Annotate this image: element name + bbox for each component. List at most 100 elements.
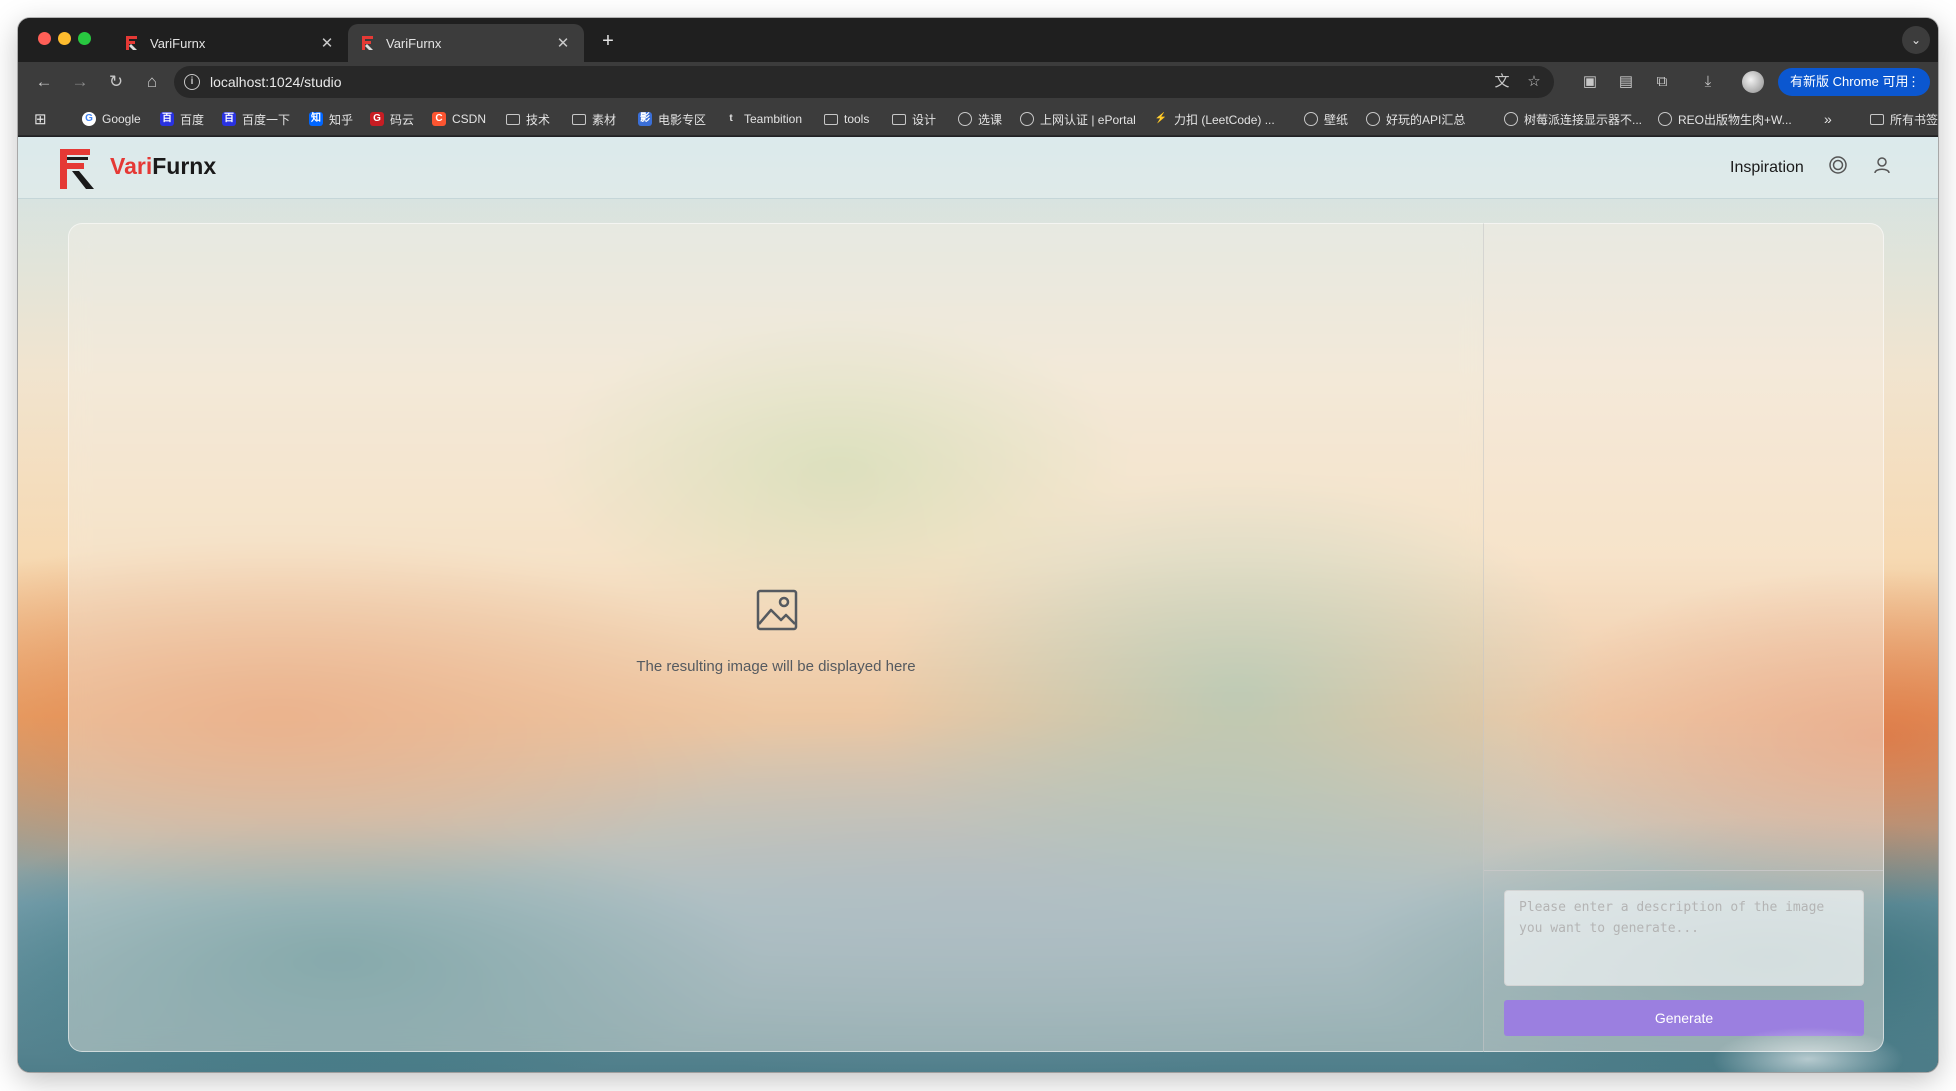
bookmark-baidu-search[interactable]: 百 百度一下 [222,110,290,128]
browser-tab[interactable]: VariFurnx ✕ [112,24,348,62]
user-profile-icon[interactable] [1872,155,1892,175]
bookmark-label: 选课 [978,112,1003,127]
google-icon: G [82,112,96,126]
panel-divider [1484,870,1883,871]
bookmark-label: 所有书签 [1890,112,1938,127]
download-icon[interactable]: ⤓ [1698,72,1718,92]
bookmark-folder-assets[interactable]: 素材 [572,110,616,128]
globe-icon [1504,112,1518,126]
image-placeholder-icon [756,589,798,631]
zhihu-icon: 知 [309,112,323,126]
teambition-icon: t [729,113,733,124]
result-placeholder: The resulting image will be displayed he… [69,224,1483,1051]
bookmarks-overflow-icon[interactable]: » [1824,110,1832,128]
home-icon[interactable]: ⌂ [140,70,164,94]
tab-search-button[interactable]: ⌄ [1902,26,1930,54]
prompt-panel: Generate [1484,223,1884,1052]
globe-icon [958,112,972,126]
bookmark-label: Google [102,112,141,126]
minimize-window-button[interactable] [58,32,71,45]
close-window-button[interactable] [38,32,51,45]
app-header: VariFurnx Inspiration [18,137,1938,199]
back-arrow-icon[interactable]: ← [32,70,56,94]
bookmark-folder-tech[interactable]: 技术 [506,110,550,128]
new-tab-button[interactable]: + [596,30,620,54]
movie-site-icon: 影 [638,112,652,126]
bookmark-label: 上网认证 | ePortal [1040,112,1136,127]
bookmark-baidu[interactable]: 百 百度 [160,110,204,128]
bookmark-gitee[interactable]: G 码云 [370,110,414,128]
bookmark-label: CSDN [452,112,487,126]
bookmark-star-icon[interactable]: ☆ [1524,72,1544,92]
gitee-icon: G [370,112,384,126]
extension-icon[interactable]: ▣ [1580,72,1600,92]
globe-icon [1304,112,1318,126]
brand-name-vari: Vari [110,153,153,179]
reload-icon[interactable]: ↻ [104,70,128,94]
csdn-icon: C [432,112,446,126]
baidu-icon: 百 [222,112,236,126]
theme-toggle-icon[interactable] [1828,155,1848,175]
folder-icon [1870,113,1884,125]
url-text[interactable]: localhost:1024/studio [210,74,342,90]
browser-window: VariFurnx ✕ VariFurnx ✕ + ⌄ ← → ↻ ⌂ i lo… [18,18,1938,1072]
globe-icon [1366,112,1380,126]
folder-icon [506,113,520,125]
bookmark-label: REO出版物生肉+W... [1678,112,1792,127]
browser-toolbar: ← → ↻ ⌂ i localhost:1024/studio 文 ☆ ▣ ▤ … [18,62,1938,102]
all-bookmarks-folder[interactable]: 所有书签 [1870,110,1938,128]
profile-avatar[interactable] [1742,71,1764,93]
update-button-label: 有新版 Chrome 可用 [1790,74,1909,89]
bookmark-google[interactable]: G Google [82,110,141,128]
close-tab-icon[interactable]: ✕ [318,34,336,52]
bookmark-csdn[interactable]: C CSDN [432,110,486,128]
folder-icon [572,113,586,125]
bookmark-fun-apis[interactable]: 好玩的API汇总 [1366,110,1465,128]
bookmark-label: 设计 [912,112,937,127]
address-bar[interactable]: i localhost:1024/studio 文 ☆ [174,66,1554,98]
bookmark-label: 树莓派连接显示器不... [1524,112,1643,127]
bookmark-folder-design[interactable]: 设计 [892,110,936,128]
bookmark-label: 百度 [180,112,205,127]
bookmark-label: 电影专区 [658,112,707,127]
brand-name[interactable]: VariFurnx [110,153,216,180]
bookmark-label: Teambition [744,112,803,126]
bookmark-label: tools [844,112,870,126]
kebab-menu-icon[interactable]: ⋮ [1907,68,1920,96]
bookmark-wallpaper[interactable]: 壁纸 [1304,110,1348,128]
bookmark-movies[interactable]: 影 电影专区 [638,110,706,128]
bookmark-label: 好玩的API汇总 [1386,112,1466,127]
chrome-update-button[interactable]: 有新版 Chrome 可用 ⋮ [1778,68,1930,96]
close-tab-icon[interactable]: ✕ [554,34,572,52]
bookmark-leetcode[interactable]: ⚡ 力扣 (LeetCode) ... [1154,110,1275,128]
page-content: VariFurnx Inspiration The resulting imag… [18,137,1938,1072]
bookmark-label: 技术 [526,112,551,127]
forward-arrow-icon[interactable]: → [68,70,92,94]
reading-list-icon[interactable]: ▤ [1616,72,1636,92]
globe-icon [1658,112,1672,126]
bookmark-teambition[interactable]: t Teambition [724,110,802,128]
site-info-icon[interactable]: i [184,74,200,90]
generate-button[interactable]: Generate [1504,1000,1864,1036]
nav-inspiration-link[interactable]: Inspiration [1730,159,1804,177]
varifurnx-logo-icon[interactable] [58,149,96,189]
bookmark-raspberry-pi[interactable]: 树莓派连接显示器不... [1504,110,1642,128]
bookmark-label: 知乎 [329,112,354,127]
browser-tab-active[interactable]: VariFurnx ✕ [348,24,584,62]
varifurnx-favicon-icon [362,36,373,50]
maximize-window-button[interactable] [78,32,91,45]
globe-icon [1020,112,1034,126]
tab-title: VariFurnx [386,35,442,51]
apps-grid-icon[interactable]: ⊞ [34,110,47,128]
bookmark-eportal[interactable]: 上网认证 | ePortal [1020,110,1136,128]
prompt-input[interactable] [1504,890,1864,986]
bookmark-folder-tools[interactable]: tools [824,110,869,128]
translate-icon[interactable]: 文 [1492,72,1512,92]
leetcode-icon: ⚡ [1154,113,1168,124]
bookmark-reo[interactable]: REO出版物生肉+W... [1658,110,1792,128]
puzzle-extensions-icon[interactable]: ⧉ [1652,72,1672,92]
folder-icon [892,113,906,125]
bookmark-course-selection[interactable]: 选课 [958,110,1002,128]
tab-strip: VariFurnx ✕ VariFurnx ✕ + ⌄ [18,18,1938,62]
bookmark-zhihu[interactable]: 知 知乎 [309,110,353,128]
